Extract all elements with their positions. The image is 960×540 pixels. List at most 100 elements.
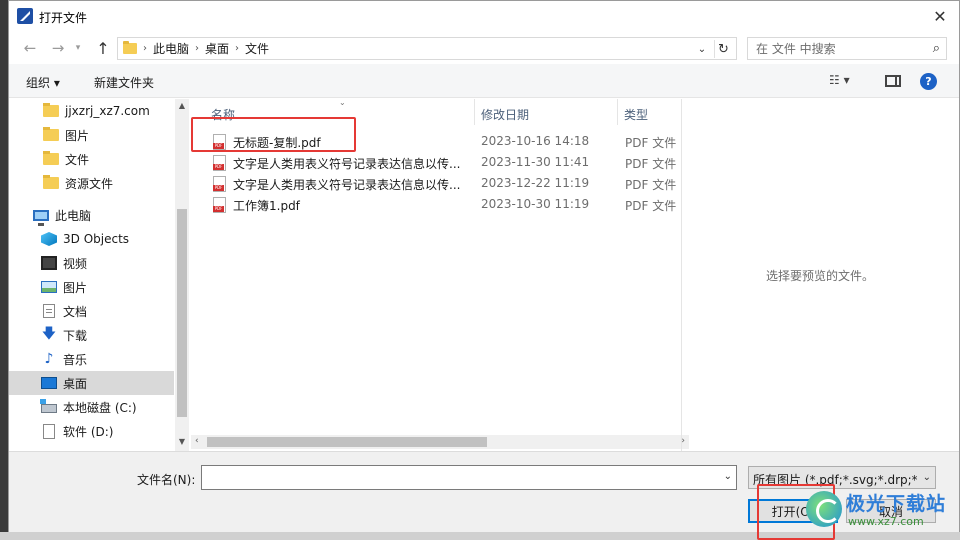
watermark: 极光下载站 www.xz7.com xyxy=(806,487,956,533)
sidebar-item-pictures[interactable]: 图片 xyxy=(9,275,174,299)
column-divider[interactable] xyxy=(474,99,475,125)
chevron-down-icon[interactable]: ⌄ xyxy=(724,471,732,482)
up-button[interactable]: ↑ xyxy=(92,38,114,58)
refresh-icon: ↻ xyxy=(718,41,729,57)
file-type: PDF 文件 xyxy=(625,178,677,192)
disk-icon xyxy=(43,423,55,439)
address-bar[interactable]: › 此电脑 › 桌面 › 文件 ⌄ ↻ xyxy=(117,37,737,60)
sidebar-item-label: 文件 xyxy=(65,152,90,167)
pdf-file-icon xyxy=(213,176,226,192)
sidebar-item-this-pc[interactable]: 此电脑 xyxy=(9,203,174,227)
arrow-up-icon: ↑ xyxy=(96,38,110,58)
close-icon: ✕ xyxy=(933,6,947,26)
column-divider[interactable] xyxy=(617,99,618,125)
forward-button[interactable]: → xyxy=(47,38,69,58)
pdf-file-icon xyxy=(213,155,226,171)
breadcrumb-separator[interactable]: › xyxy=(235,43,239,54)
search-icon[interactable]: ⌕ xyxy=(933,41,940,56)
breadcrumb-separator: › xyxy=(143,43,147,54)
documents-icon xyxy=(43,304,55,318)
refresh-button[interactable]: ↻ xyxy=(714,40,732,58)
desktop-icon xyxy=(41,377,57,389)
recent-locations-button[interactable]: ▾ xyxy=(71,38,85,58)
arrow-right-icon: → xyxy=(51,39,65,57)
close-button[interactable]: ✕ xyxy=(925,3,955,29)
sidebar-item-local-disk-c[interactable]: 本地磁盘 (C:) xyxy=(9,395,174,419)
file-name: 文字是人类用表义符号记录表达信息以传... xyxy=(233,157,461,171)
sidebar-item-documents[interactable]: 文档 xyxy=(9,299,174,323)
view-options-button[interactable]: ☷ ▾ xyxy=(829,73,850,87)
organize-button[interactable]: 组织 ▾ xyxy=(26,74,60,91)
chevron-down-icon: ⌄ xyxy=(922,472,931,483)
file-list: ⌄ 名称 修改日期 类型 无标题-复制.pdf 2023-10-16 14:18… xyxy=(191,98,689,451)
watermark-name: 极光下载站 xyxy=(846,493,947,515)
new-folder-button[interactable]: 新建文件夹 xyxy=(94,74,154,91)
sidebar-item-label: 图片 xyxy=(65,128,90,143)
sidebar-item-music[interactable]: ♪ 音乐 xyxy=(9,347,174,371)
scrollbar-thumb[interactable] xyxy=(207,437,487,447)
sidebar-item-label: 图片 xyxy=(63,280,88,295)
preview-pane-icon[interactable] xyxy=(885,75,901,87)
file-date: 2023-12-22 11:19 xyxy=(481,176,590,190)
column-header-date[interactable]: 修改日期 xyxy=(481,103,529,125)
sidebar-item-pictures-folder[interactable]: 图片 xyxy=(9,123,174,147)
sidebar-item-downloads[interactable]: 🡇 下载 xyxy=(9,323,174,347)
help-icon[interactable]: ? xyxy=(920,73,937,90)
sidebar-item-resources-folder[interactable]: 资源文件 xyxy=(9,171,174,195)
search-input[interactable]: 在 文件 中搜索 ⌕ xyxy=(747,37,947,60)
app-icon xyxy=(17,8,33,24)
file-date: 2023-11-30 11:41 xyxy=(481,155,590,169)
navigation-pane: jjxzrj_xz7.com 图片 文件 资源文件 此电脑 3D Objects… xyxy=(9,99,189,451)
sidebar-item-jjxzrj[interactable]: jjxzrj_xz7.com xyxy=(9,99,174,123)
breadcrumb-desktop[interactable]: 桌面 xyxy=(205,40,229,57)
sidebar-item-label: 下载 xyxy=(63,328,88,343)
column-header-type[interactable]: 类型 xyxy=(624,103,648,125)
sidebar-item-label: 资源文件 xyxy=(65,176,114,191)
watermark-logo-icon xyxy=(806,491,842,527)
sidebar-item-3d-objects[interactable]: 3D Objects xyxy=(9,227,174,251)
scroll-left-icon[interactable]: ‹ xyxy=(195,436,199,446)
file-row[interactable]: 工作簿1.pdf 2023-10-30 11:19 PDF 文件 xyxy=(191,194,681,215)
sidebar-item-label: 此电脑 xyxy=(55,208,92,223)
address-dropdown-button[interactable]: ⌄ xyxy=(694,41,710,57)
sidebar-item-desktop[interactable]: 桌面 xyxy=(9,371,174,395)
navigation-row: ← → ▾ ↑ › 此电脑 › 桌面 › 文件 ⌄ ↻ 在 文件 中搜索 ⌕ xyxy=(9,32,959,64)
pdf-file-icon xyxy=(213,197,226,213)
file-row[interactable]: 文字是人类用表义符号记录表达信息以传... 2023-12-22 11:19 P… xyxy=(191,173,681,194)
folder-icon xyxy=(123,41,137,54)
scroll-down-icon[interactable]: ▼ xyxy=(175,437,189,449)
horizontal-scrollbar[interactable]: ‹ › xyxy=(191,435,689,449)
file-type: PDF 文件 xyxy=(625,136,677,150)
sidebar-item-label: 音乐 xyxy=(63,352,88,367)
chevron-down-icon: ⌄ xyxy=(697,43,707,55)
folder-icon xyxy=(43,127,59,141)
filename-label: 文件名(N): xyxy=(137,473,196,487)
folder-icon xyxy=(43,175,59,189)
filename-input[interactable]: ⌄ xyxy=(201,465,737,490)
breadcrumb-files[interactable]: 文件 xyxy=(245,40,269,57)
folder-icon xyxy=(43,151,59,165)
arrow-left-icon: ← xyxy=(23,39,37,57)
scrollbar-thumb[interactable] xyxy=(177,209,187,417)
watermark-url: www.xz7.com xyxy=(848,515,924,528)
sidebar-item-files-folder[interactable]: 文件 xyxy=(9,147,174,171)
music-icon: ♪ xyxy=(44,351,54,367)
scroll-up-icon[interactable]: ▲ xyxy=(175,101,189,113)
drive-icon xyxy=(40,399,57,413)
file-row[interactable]: 文字是人类用表义符号记录表达信息以传... 2023-11-30 11:41 P… xyxy=(191,152,681,173)
file-name: 工作簿1.pdf xyxy=(233,199,300,213)
download-icon: 🡇 xyxy=(41,326,57,342)
breadcrumb-separator[interactable]: › xyxy=(195,43,199,54)
sidebar-item-label: jjxzrj_xz7.com xyxy=(65,104,150,118)
sidebar-item-videos[interactable]: 视频 xyxy=(9,251,174,275)
toolbar: 组织 ▾ 新建文件夹 ☷ ▾ ? xyxy=(9,64,959,98)
sidebar-item-label: 软件 (D:) xyxy=(63,424,114,439)
breadcrumb-this-pc[interactable]: 此电脑 xyxy=(153,40,189,57)
back-button[interactable]: ← xyxy=(19,38,41,58)
folder-icon xyxy=(43,103,59,117)
navigation-scrollbar[interactable]: ▲ ▼ xyxy=(175,99,189,451)
preview-empty-text: 选择要预览的文件。 xyxy=(765,269,874,283)
sidebar-item-software-d[interactable]: 软件 (D:) xyxy=(9,419,174,443)
sidebar-item-label: 3D Objects xyxy=(63,232,130,246)
computer-icon xyxy=(33,209,49,226)
